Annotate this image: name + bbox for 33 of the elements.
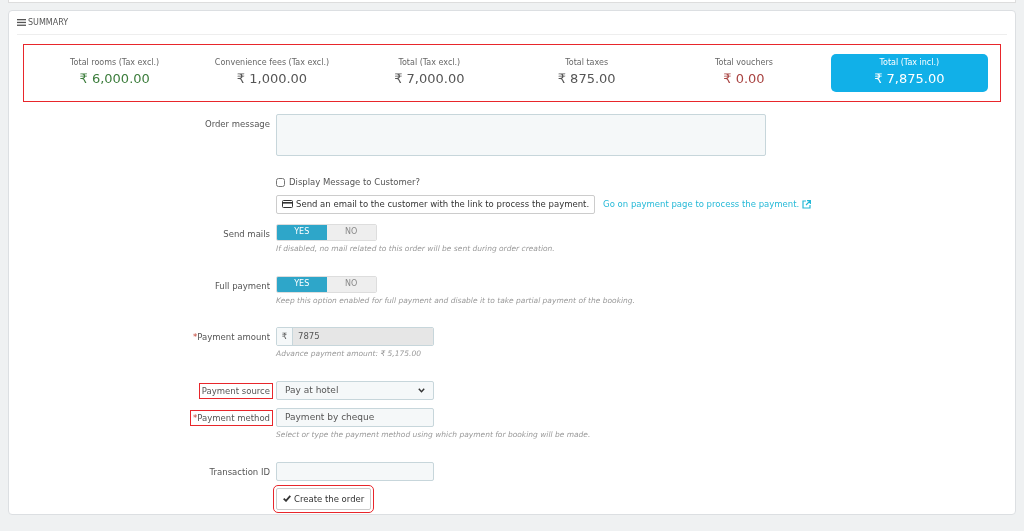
total-label: Total vouchers xyxy=(714,57,774,70)
checkbox-label: Display Message to Customer? xyxy=(289,176,421,189)
credit-card-icon xyxy=(282,200,293,209)
payment-method-field[interactable]: Payment by cheque xyxy=(276,408,434,428)
field-label: Payment source xyxy=(201,386,270,397)
check-icon xyxy=(283,495,291,503)
total-amount: ₹ 875.00 xyxy=(556,70,617,89)
total-amount: ₹ 6,000.00 xyxy=(78,70,151,89)
total-label: Total (Tax excl.) xyxy=(397,57,462,70)
message-textarea[interactable] xyxy=(276,114,766,156)
field-label: Order message xyxy=(204,119,270,129)
external-link-icon xyxy=(802,199,812,209)
field-label: *Payment method xyxy=(193,413,270,424)
total-label: Total taxes xyxy=(564,57,610,70)
list-icon xyxy=(17,19,26,26)
field-label: *Payment amount xyxy=(193,332,270,342)
total-label: Total (Tax incl.) xyxy=(878,57,941,70)
total-label: Convenience fees (Tax excl.) xyxy=(213,57,331,70)
transaction-id-field[interactable] xyxy=(276,461,434,481)
field-label: Full payment xyxy=(214,280,270,291)
display-message-checkbox[interactable] xyxy=(276,177,285,187)
total-label: Total rooms (Tax excl.) xyxy=(69,57,161,70)
total-amount: ₹ 0.00 xyxy=(722,70,766,89)
send-email-button[interactable]: Send an email to the customer with the link to process the payment. xyxy=(276,194,596,214)
field-label: Send mails xyxy=(223,228,270,239)
chevron-down-icon xyxy=(418,388,425,394)
create-order-button[interactable]: Create the order xyxy=(276,487,372,511)
total-amount: ₹ 7,875.00 xyxy=(873,70,946,89)
field-label: Transaction ID xyxy=(209,466,270,477)
total-amount: ₹ 7,000.00 xyxy=(393,70,466,89)
total-amount: ₹ 1,000.00 xyxy=(235,70,309,89)
payment-source-select[interactable]: Pay at hotel xyxy=(276,381,434,401)
panel-title: SUMMARY xyxy=(28,16,69,29)
